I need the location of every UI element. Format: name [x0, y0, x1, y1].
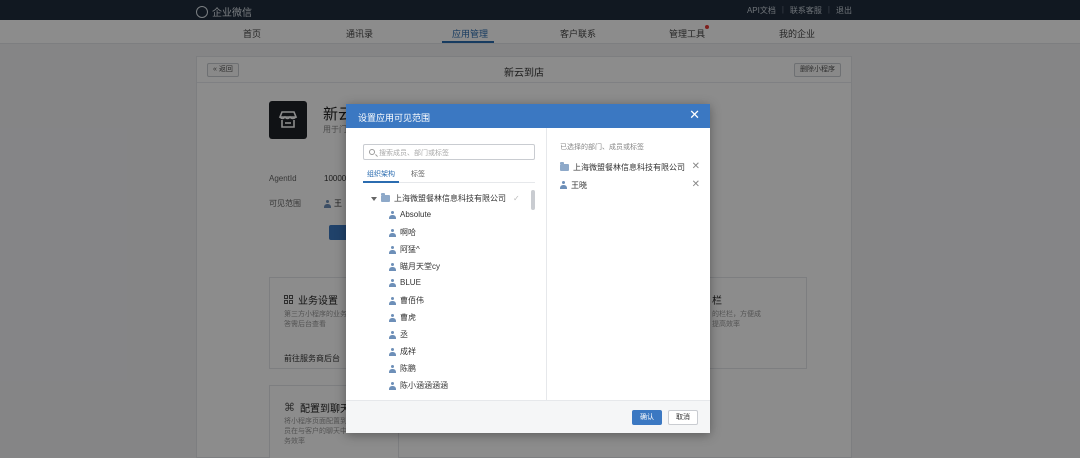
folder-icon [381, 193, 390, 202]
tab-active-indicator [363, 181, 399, 183]
person-icon [389, 347, 396, 356]
list-item[interactable]: 成祥 [389, 346, 416, 357]
dialog-header: 设置应用可见范围 ✕ [346, 104, 710, 128]
selected-item: 王晓 ✕ [560, 178, 700, 192]
tree-root-department[interactable]: 上海微盟餐林信息科技有限公司 ✓ [371, 193, 520, 204]
person-icon [389, 296, 396, 305]
list-item[interactable]: 阿猛^ [389, 244, 420, 255]
list-item[interactable]: 陈小涵涵涵涵 [389, 380, 448, 391]
selected-title: 已选择的部门、成员或标签 [560, 144, 644, 151]
expand-arrow-icon[interactable] [371, 196, 377, 201]
selected-pane: 已选择的部门、成员或标签 上海微盟餐林信息科技有限公司 ✕ 王晓 ✕ [546, 128, 710, 400]
search-icon [369, 149, 375, 155]
confirm-button[interactable]: 确认 [632, 410, 662, 425]
person-icon [389, 364, 396, 373]
remove-icon[interactable]: ✕ [692, 179, 700, 190]
list-item[interactable]: 瞄月天堂cy [389, 261, 440, 272]
list-item[interactable]: 啊哈 [389, 227, 416, 238]
person-icon [389, 210, 396, 219]
tab-org-structure[interactable]: 组织架构 [367, 169, 395, 179]
person-icon [389, 381, 396, 390]
list-item[interactable]: Absolute [389, 210, 431, 219]
person-icon [560, 181, 567, 189]
close-icon[interactable]: ✕ [689, 108, 700, 122]
person-icon [389, 313, 396, 322]
person-icon [389, 245, 396, 254]
folder-icon [560, 161, 569, 171]
selected-item-name: 上海微盟餐林信息科技有限公司 [573, 162, 685, 172]
picker-tabs: 组织架构 标签 [363, 168, 535, 183]
selected-item: 上海微盟餐林信息科技有限公司 ✕ [560, 160, 700, 174]
search-input[interactable]: 搜索成员、部门或标签 [363, 144, 535, 160]
person-icon [389, 228, 396, 237]
tab-tags[interactable]: 标签 [411, 169, 425, 179]
list-item[interactable]: 陈鹏 [389, 363, 416, 374]
department-name: 上海微盟餐林信息科技有限公司 [394, 194, 506, 203]
list-item[interactable]: BLUE [389, 278, 421, 287]
tree-scrollbar[interactable] [531, 190, 535, 210]
dialog-title: 设置应用可见范围 [358, 113, 431, 123]
picker-pane: 搜索成员、部门或标签 组织架构 标签 上海微盟餐林信息科技有限公司 ✓ Abso… [346, 128, 546, 400]
list-item[interactable]: 曹虎 [389, 312, 416, 323]
list-item[interactable]: 曹佰伟 [389, 295, 424, 306]
list-item[interactable]: 丞 [389, 329, 408, 340]
search-placeholder: 搜索成员、部门或标签 [379, 150, 449, 157]
person-icon [389, 330, 396, 339]
person-icon [389, 262, 396, 271]
remove-icon[interactable]: ✕ [692, 161, 700, 172]
visibility-scope-dialog: 设置应用可见范围 ✕ 搜索成员、部门或标签 组织架构 标签 上海微盟餐林信息科技… [346, 104, 710, 433]
cancel-button[interactable]: 取消 [668, 410, 698, 425]
check-icon: ✓ [513, 194, 520, 203]
person-icon [389, 278, 396, 287]
dialog-footer: 确认 取消 [346, 400, 710, 433]
selected-item-name: 王晓 [571, 180, 587, 190]
org-tree: 上海微盟餐林信息科技有限公司 ✓ Absolute 啊哈 阿猛^ 瞄月天堂cy … [363, 190, 535, 394]
